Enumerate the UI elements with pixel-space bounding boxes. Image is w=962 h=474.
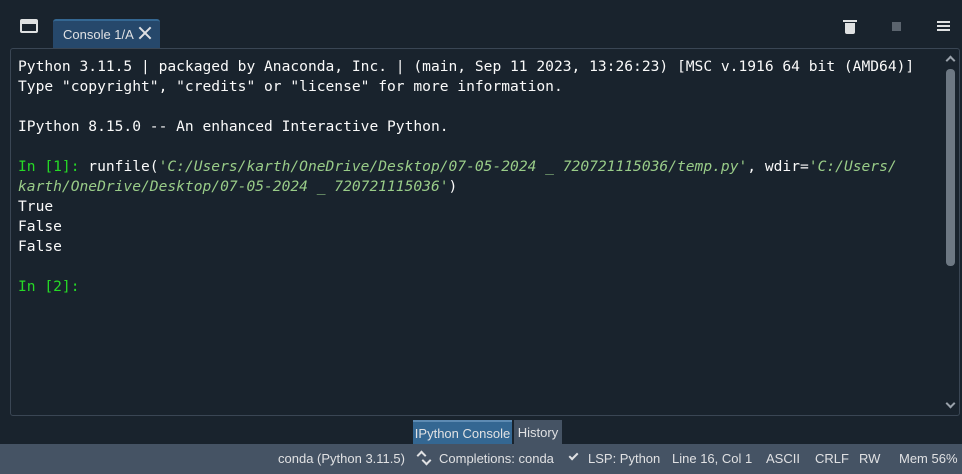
command-text: ) xyxy=(448,178,458,195)
banner-line: Type "copyright", "credits" or "license"… xyxy=(18,78,563,95)
pane-tab-bar: IPython Console History xyxy=(0,416,962,444)
tab-console-1a[interactable]: Console 1/A xyxy=(53,19,160,48)
status-lsp: LSP: Python xyxy=(588,451,661,466)
banner-line: IPython 8.15.0 -- An enhanced Interactiv… xyxy=(18,118,449,135)
console-text: Python 3.11.5 | packaged by Anaconda, In… xyxy=(18,57,940,297)
close-icon[interactable] xyxy=(138,26,152,40)
command-text: runfile( xyxy=(79,158,159,175)
output-line: False xyxy=(18,218,62,235)
input-prompt: In [1]: xyxy=(18,158,80,175)
status-cursor-position: Line 16, Col 1 xyxy=(672,451,753,466)
output-line: False xyxy=(18,238,62,255)
completions-icon xyxy=(417,452,431,466)
output-line: True xyxy=(18,198,54,215)
scroll-up-arrow-icon[interactable] xyxy=(946,55,954,63)
tab-label: Console 1/A xyxy=(63,27,134,42)
stop-icon[interactable] xyxy=(892,22,901,31)
check-icon xyxy=(568,450,579,461)
ipython-console-output[interactable]: Python 3.11.5 | packaged by Anaconda, In… xyxy=(10,48,960,416)
string-literal: 'C:/Users/ xyxy=(808,158,897,175)
remove-variables-icon[interactable] xyxy=(843,20,857,34)
banner-line: Python 3.11.5 | packaged by Anaconda, In… xyxy=(18,58,915,75)
status-encoding: ASCII xyxy=(766,451,800,466)
status-memory: Mem 56% xyxy=(899,451,958,466)
vertical-scrollbar[interactable] xyxy=(946,69,955,266)
tab-history[interactable]: History xyxy=(514,420,562,444)
string-literal: karth/OneDrive/Desktop/07-05-2024 _ 7207… xyxy=(18,178,449,195)
command-text: , wdir= xyxy=(747,158,809,175)
hamburger-menu-icon[interactable] xyxy=(937,21,950,32)
undock-pane-icon[interactable] xyxy=(20,19,38,33)
tab-ipython-console[interactable]: IPython Console xyxy=(413,420,512,444)
scroll-down-arrow-icon[interactable] xyxy=(946,401,954,409)
input-prompt: In [2]: xyxy=(18,278,80,295)
status-eol: CRLF xyxy=(815,451,849,466)
status-permissions: RW xyxy=(859,451,881,466)
status-environment[interactable]: conda (Python 3.11.5) xyxy=(278,451,405,466)
string-literal: 'C:/Users/karth/OneDrive/Desktop/07-05-2… xyxy=(158,158,748,175)
status-bar: conda (Python 3.11.5) Completions: conda… xyxy=(0,444,962,474)
console-pane-header: Console 1/A xyxy=(0,0,962,48)
status-completions: Completions: conda xyxy=(439,451,554,466)
